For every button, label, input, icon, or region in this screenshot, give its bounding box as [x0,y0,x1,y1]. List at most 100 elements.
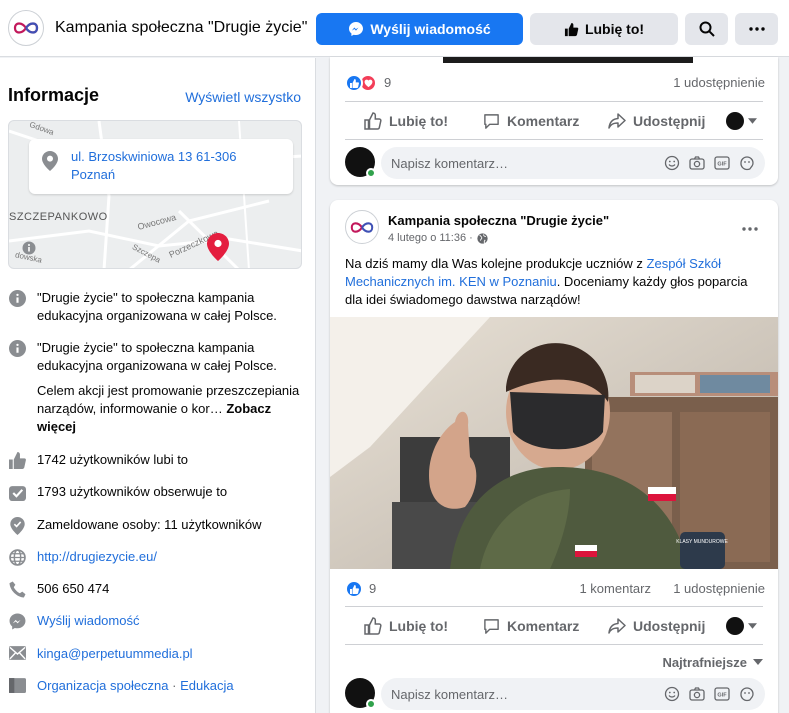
phone-number[interactable]: 506 650 474 [37,580,302,598]
category-icon [8,678,26,693]
phone-icon [9,581,25,598]
camera-icon[interactable] [689,155,705,171]
share-icon [608,113,626,129]
envelope-icon [8,646,26,660]
info-phone: 506 650 474 [8,580,308,598]
search-button[interactable] [685,13,728,45]
likes-count-text: 1742 użytkowników lubi to [37,452,189,467]
post1-share-label: Udostępnij [633,113,706,129]
checkins-text: Zameldowane osoby: 11 użytkowników [37,517,262,532]
globe-icon [8,549,26,566]
info-title: Informacje [8,85,100,105]
post2-comment-count[interactable]: 1 komentarz [579,581,651,596]
gif-icon[interactable]: GIF [714,155,730,171]
svg-text:GIF: GIF [717,693,727,699]
emoji-icon[interactable] [664,686,680,702]
profile-avatar-small [726,617,744,635]
comment-placeholder: Napisz komentarz… [391,686,509,702]
post2-comment-input[interactable]: Napisz komentarz… GIF [381,678,765,710]
post2-comment-label: Komentarz [507,618,580,634]
like-reaction-icon[interactable] [345,74,363,92]
post1-comment-composer: Napisz komentarz… GIF [345,147,765,179]
post-timestamp[interactable]: 4 lutego o 11:36 · [388,232,488,244]
like-page-button[interactable]: Lubię to! [530,13,678,45]
send-message-label: Wyślij wiadomość [370,21,491,37]
category-link-organization[interactable]: Organizacja społeczna [37,678,169,693]
thumbs-up-outline-icon [364,617,382,635]
sticker-icon[interactable] [739,686,755,702]
info-website: http://drugiezycie.eu/ [8,548,308,566]
svg-text:GIF: GIF [717,162,727,168]
post1-share-button[interactable]: Udostępnij [608,105,705,137]
map-info-icon[interactable] [22,241,36,255]
more-dots-icon [748,27,765,31]
like-reaction-icon[interactable] [345,580,363,598]
online-status-dot [366,699,376,709]
post2-share-button[interactable]: Udostępnij [608,610,705,642]
post-options-button[interactable] [742,218,758,236]
info-icon [8,340,26,357]
email-link[interactable]: kinga@perpetuummedia.pl [37,645,302,663]
camera-icon[interactable] [689,686,705,702]
thumbs-up-outline-icon [364,112,382,130]
divider [345,606,763,607]
caret-down-icon [748,623,757,629]
address-card[interactable]: ul. Brzoskwiniowa 13 61-306 Poznań [29,139,293,194]
address-text[interactable]: ul. Brzoskwiniowa 13 61-306 Poznań [71,148,271,184]
post-author-name[interactable]: Kampania społeczna "Drugie życie" [388,213,609,228]
divider [345,644,763,645]
post-author-avatar[interactable] [345,210,379,244]
map-pin-icon [42,151,58,171]
send-message-button[interactable]: Wyślij wiadomość [316,13,523,45]
share-icon [608,618,626,634]
post2-reaction-count[interactable]: 9 [369,581,376,596]
divider [345,139,763,140]
address-line2: Poznań [71,167,116,182]
infinity-logo-icon [13,22,39,34]
category-link-education[interactable]: Edukacja [180,678,233,693]
page-avatar[interactable] [8,10,44,46]
sticker-icon[interactable] [739,155,755,171]
website-link[interactable]: http://drugiezycie.eu/ [37,548,302,566]
comment-sort-selector[interactable]: Najtrafniejsze [662,646,763,678]
page-header: Kampania społeczna "Drugie życie" Wyślij… [0,0,789,57]
post2-reactions-row: 9 1 komentarz 1 udostępnienie [345,580,765,600]
post-text: Na dziś mamy dla Was kolejne produkcje u… [345,255,765,309]
location-map[interactable]: ul. Brzoskwiniowa 13 61-306 Poznań SZCZE… [8,120,302,269]
description-text-1: "Drugie życie" to społeczna kampania edu… [37,290,277,323]
post-video[interactable]: KLASY MUNDUROWE [330,317,778,569]
more-options-button[interactable] [735,13,778,45]
info-description-1: "Drugie życie" to społeczna kampania edu… [8,289,308,325]
info-email: kinga@perpetuummedia.pl [8,645,308,663]
post1-comment-button[interactable]: Komentarz [483,105,579,137]
post-card-2: Kampania społeczna "Drugie życie" 4 lute… [330,200,778,713]
post1-comment-input[interactable]: Napisz komentarz… GIF [381,147,765,179]
post2-comment-button[interactable]: Komentarz [483,610,579,642]
info-categories: Organizacja społeczna · Edukacja [8,677,308,695]
post2-audience-selector[interactable] [726,610,757,642]
view-all-link[interactable]: Wyświetl wszystko [185,89,301,105]
gif-icon[interactable]: GIF [714,686,730,702]
description-text-3-wrap: Celem akcji jest promowanie przeszczepia… [37,382,302,436]
infinity-logo-icon [350,221,374,233]
post1-share-count[interactable]: 1 udostępnienie [673,75,765,90]
comment-sort-label: Najtrafniejsze [662,654,747,670]
emoji-icon[interactable] [664,155,680,171]
more-dots-icon [742,227,758,231]
comment-icon [484,618,499,634]
post1-like-button[interactable]: Lubię to! [364,105,448,137]
post1-audience-selector[interactable] [726,105,757,137]
post2-like-button[interactable]: Lubię to! [364,610,448,642]
info-panel: Informacje Wyświetl wszystko ul. Brzoskw… [0,58,316,713]
post1-like-label: Lubię to! [389,113,449,129]
comment-icon [484,113,499,129]
post1-comment-label: Komentarz [507,113,580,129]
followers-count-text: 1793 użytkowników obserwuje to [37,484,228,499]
post2-share-count[interactable]: 1 udostępnienie [673,581,765,596]
send-message-link[interactable]: Wyślij wiadomość [37,612,302,630]
post1-reaction-count[interactable]: 9 [384,75,391,90]
district-label: SZCZEPANKOWO [9,211,108,223]
info-checkins: Zameldowane osoby: 11 użytkowników [8,516,308,535]
post-text-part1: Na dziś mamy dla Was kolejne produkcje u… [345,256,647,271]
post2-share-label: Udostępnij [633,618,706,634]
